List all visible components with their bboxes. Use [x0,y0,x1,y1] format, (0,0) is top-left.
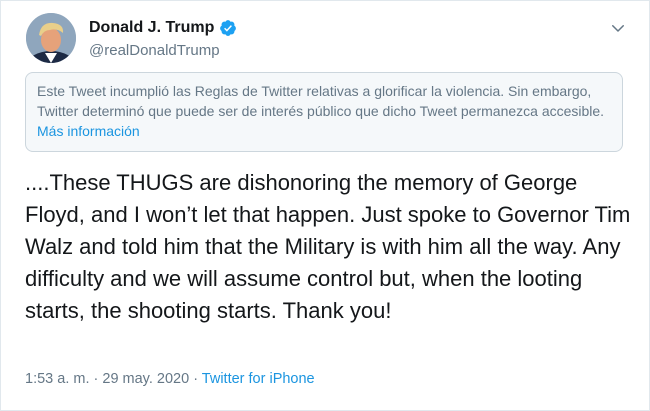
author-handle[interactable]: @realDonaldTrump [89,42,237,59]
tweet-meta: 1:53 a. m. · 29 may. 2020 · Twitter for … [25,371,315,387]
author-display-name[interactable]: Donald J. Trump [89,19,214,37]
notice-text: Este Tweet incumplió las Reglas de Twitt… [37,83,605,119]
tweet-card: Donald J. Trump @realDonaldTrump Este Tw… [0,0,650,411]
verified-badge-icon [220,20,237,36]
meta-separator: · [189,371,202,387]
author-info: Donald J. Trump @realDonaldTrump [89,17,237,59]
tweet-date[interactable]: 29 may. 2020 [102,371,189,387]
tweet-time[interactable]: 1:53 a. m. [25,371,89,387]
chevron-down-icon[interactable] [609,19,627,37]
meta-separator: · [89,371,103,387]
tweet-text: ....These THUGS are dishonoring the memo… [25,170,631,323]
public-interest-notice: Este Tweet incumplió las Reglas de Twitt… [25,72,623,152]
avatar[interactable] [26,13,76,63]
profile-photo-icon [26,13,76,63]
more-info-link[interactable]: Más información [37,123,140,139]
tweet-source-link[interactable]: Twitter for iPhone [202,371,315,387]
